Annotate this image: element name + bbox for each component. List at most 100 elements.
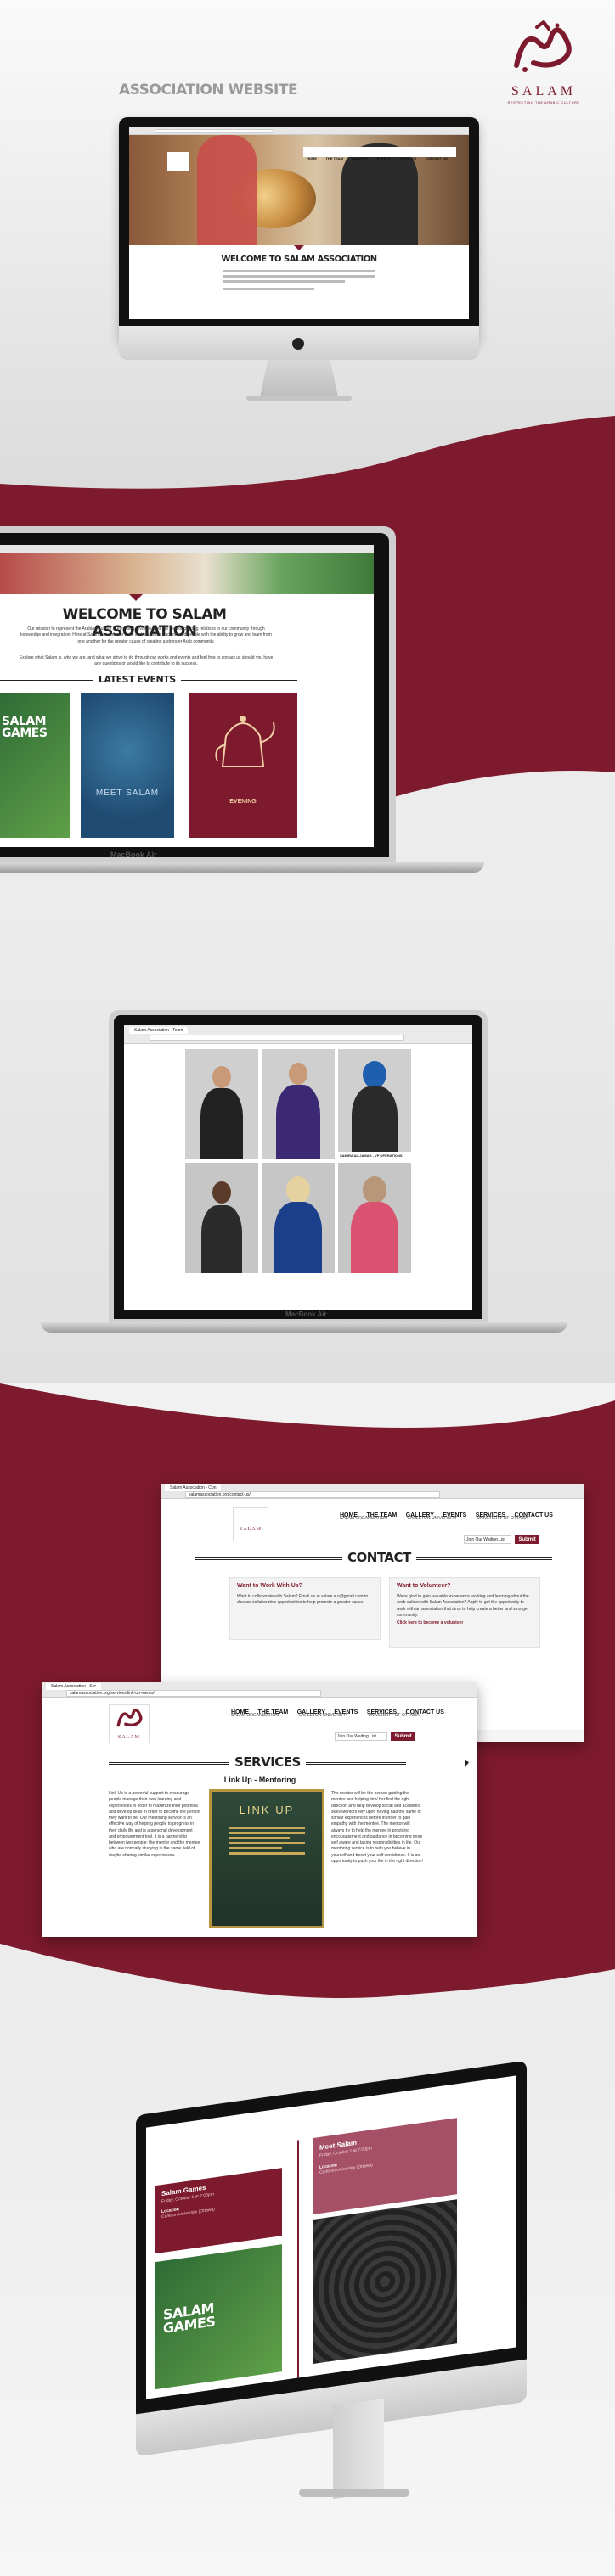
event-card-meet-salam[interactable]: Meet Salam Friday, October 1 at 7:00pm L… — [313, 2118, 457, 2215]
nav-contact[interactable]: CONTACT US — [426, 156, 448, 160]
team-photo-6[interactable] — [338, 1163, 411, 1273]
calligraphy-mark-icon — [116, 1709, 143, 1727]
person-head — [363, 1176, 386, 1204]
sub-nav: SALAM ORGANIZATION CARLETON UNIVERSITY U… — [340, 1516, 528, 1521]
subnav-salam[interactable]: SALAM ORGANIZATION — [231, 1713, 279, 1718]
imac-stand — [333, 2398, 384, 2500]
volunteer-link[interactable]: Click here to become a volunteer — [397, 1620, 533, 1625]
nav-home[interactable]: HOME — [307, 156, 317, 160]
waiting-list-form: Join Our Waiting List Submit — [335, 1726, 415, 1742]
volunteer-title: Want to Volunteer? — [397, 1583, 451, 1589]
hero-photo: HOME THE TEAM GALLERY EVENTS SERVICES CO… — [129, 135, 469, 245]
submit-button[interactable]: Submit — [391, 1732, 415, 1741]
browser-toolbar: Salam Association - Ser salamassociation… — [42, 1682, 477, 1698]
event-tile-meet[interactable]: MEET SALAM — [81, 693, 174, 838]
event-pattern-tile[interactable] — [313, 2199, 457, 2365]
hero-heading: WELCOME TO SALAM ASSOCIATION — [221, 255, 377, 264]
team-photo-4[interactable] — [185, 1163, 258, 1273]
person-head — [212, 1066, 231, 1088]
link-up-description: Link Up is a powerful support to encoura… — [109, 1791, 200, 1858]
apple-logo-icon — [292, 338, 304, 350]
waiting-list-placeholder: Join Our Waiting List — [337, 1734, 376, 1739]
person-body — [351, 1202, 398, 1273]
team-member-caption: SAMIRA AL-JAMAR - VP OPERATIONS — [338, 1152, 411, 1159]
waiting-list-input[interactable]: Join Our Waiting List — [335, 1732, 387, 1741]
contact-heading: CONTACT — [342, 1550, 416, 1565]
browser-tab[interactable]: Salam Association - Con — [165, 1484, 222, 1491]
subnav-ottawa[interactable]: UNIVERSITY OF OTTAWA — [368, 1713, 419, 1718]
sub-nav: SALAM ORGANIZATION CARLETON UNIVERSITY U… — [231, 1713, 420, 1718]
musician-shirt — [197, 135, 257, 245]
address-bar[interactable]: salamassociation.org/services/link-up-me… — [66, 1690, 321, 1697]
event-tile-games-label: SALAM GAMES — [2, 715, 48, 740]
work-with-us-title: Want to Work With Us? — [237, 1583, 302, 1589]
brand-name: SALAM — [511, 84, 576, 98]
subnav-carleton[interactable]: CARLETON UNIVERSITY — [407, 1516, 457, 1521]
address-bar[interactable] — [150, 1035, 404, 1041]
site-logo-text: SALAM — [239, 1527, 262, 1532]
imac-screen-tilted: Salam Games Friday, October 1 at 7:00pm … — [146, 2075, 516, 2399]
site-logo: SALAM — [233, 1507, 268, 1541]
subnav-salam[interactable]: SALAM ORGANIZATION — [340, 1516, 387, 1521]
section-team-laptop: Salam Association - Team SAMIRA AL-JAMAR… — [0, 891, 615, 1383]
welcome-paragraph-1: Our mission to represent the Arabian Cul… — [20, 626, 272, 644]
poster-lines — [229, 1827, 305, 1855]
section-events-imac: Salam Games Friday, October 1 at 7:00pm … — [0, 2054, 615, 2576]
imac-base — [246, 396, 352, 401]
browser-toolbar: Salam Association - Team — [124, 1025, 472, 1044]
nav-services[interactable]: SERVICES — [399, 156, 416, 160]
calligraphy-mark-icon — [514, 20, 572, 72]
nav-events[interactable]: EVENTS — [377, 156, 391, 160]
imac-stand — [260, 360, 338, 397]
events-right-sidebar — [319, 604, 361, 842]
macbook-label: MacBook Air — [285, 1310, 327, 1318]
volunteer-card: Want to Volunteer? We're glad to gain va… — [389, 1577, 540, 1648]
browser-toolbar — [0, 545, 374, 553]
brand-logo: SALAM RESPECTING THE ARABIC CULTURE — [499, 19, 588, 104]
macbook-screen: Salam Association - Team SAMIRA AL-JAMAR… — [124, 1025, 472, 1310]
nav-team[interactable]: THE TEAM — [325, 156, 342, 160]
waiting-list-form: Join Our Waiting List Submit — [464, 1529, 539, 1545]
event-tile-evening-label: EVENING — [229, 799, 257, 805]
site-logo-badge — [167, 152, 189, 171]
person-head — [289, 1063, 308, 1085]
team-photo-2[interactable] — [262, 1049, 335, 1159]
browser-toolbar — [129, 127, 469, 135]
nav-gallery[interactable]: GALLERY — [352, 156, 368, 160]
hero-arrow — [129, 594, 143, 601]
subnav-carleton[interactable]: CARLETON UNIVERSITY — [298, 1713, 348, 1718]
macbook-label: MacBook Air — [110, 850, 157, 859]
address-bar[interactable] — [155, 129, 274, 133]
event-tile-evening[interactable]: EVENING — [189, 693, 297, 838]
person-head — [363, 1061, 386, 1088]
event-tile-meet-label: MEET SALAM — [95, 789, 160, 798]
person-body — [200, 1088, 243, 1159]
team-photo-3[interactable]: SAMIRA AL-JAMAR - VP OPERATIONS — [338, 1049, 411, 1159]
macbook-base — [41, 1322, 567, 1333]
light-wave-lower — [0, 1944, 615, 2054]
browser-tab[interactable]: Salam Association - Team — [129, 1027, 189, 1034]
submit-button[interactable]: Submit — [515, 1535, 539, 1544]
site-nav: HOME THE TEAM GALLERY EVENTS SERVICES CO… — [303, 147, 456, 160]
team-photo-1[interactable] — [185, 1049, 258, 1159]
waiting-list-input[interactable]: Join Our Waiting List — [464, 1535, 511, 1544]
subnav-ottawa[interactable]: UNIVERSITY OF OTTAWA — [477, 1516, 528, 1521]
services-heading: SERVICES — [229, 1754, 306, 1770]
event-card-salam-games[interactable]: Salam Games Friday, October 1 at 7:00pm … — [155, 2168, 282, 2254]
teapot-icon — [215, 716, 275, 767]
welcome-paragraph-2: Explore what Salam is, who we are, and w… — [19, 655, 274, 667]
section-title: ASSOCIATION WEBSITE — [119, 81, 298, 98]
waiting-list-placeholder: Join Our Waiting List — [466, 1537, 505, 1542]
salam-games-tile[interactable]: SALAM GAMES — [155, 2244, 282, 2390]
event-tile-games[interactable]: SALAM GAMES — [0, 693, 70, 838]
browser-tab[interactable]: Salam Association - Ser — [46, 1683, 102, 1690]
section-laptop-welcome: WELCOME TO SALAM ASSOCIATION Our mission… — [0, 526, 615, 891]
services-subheading: Link Up - Mentoring — [223, 1776, 296, 1784]
site-logo: SALAM — [109, 1704, 150, 1743]
section-contact-services: Salam Association - Con salamassociation… — [0, 1443, 615, 2054]
macbook-base — [0, 862, 484, 873]
person-body — [274, 1202, 322, 1273]
hero-photo-strip — [0, 553, 374, 594]
team-photo-5[interactable] — [262, 1163, 335, 1273]
address-bar[interactable]: salamassociation.org/contact-us/ — [185, 1491, 440, 1498]
